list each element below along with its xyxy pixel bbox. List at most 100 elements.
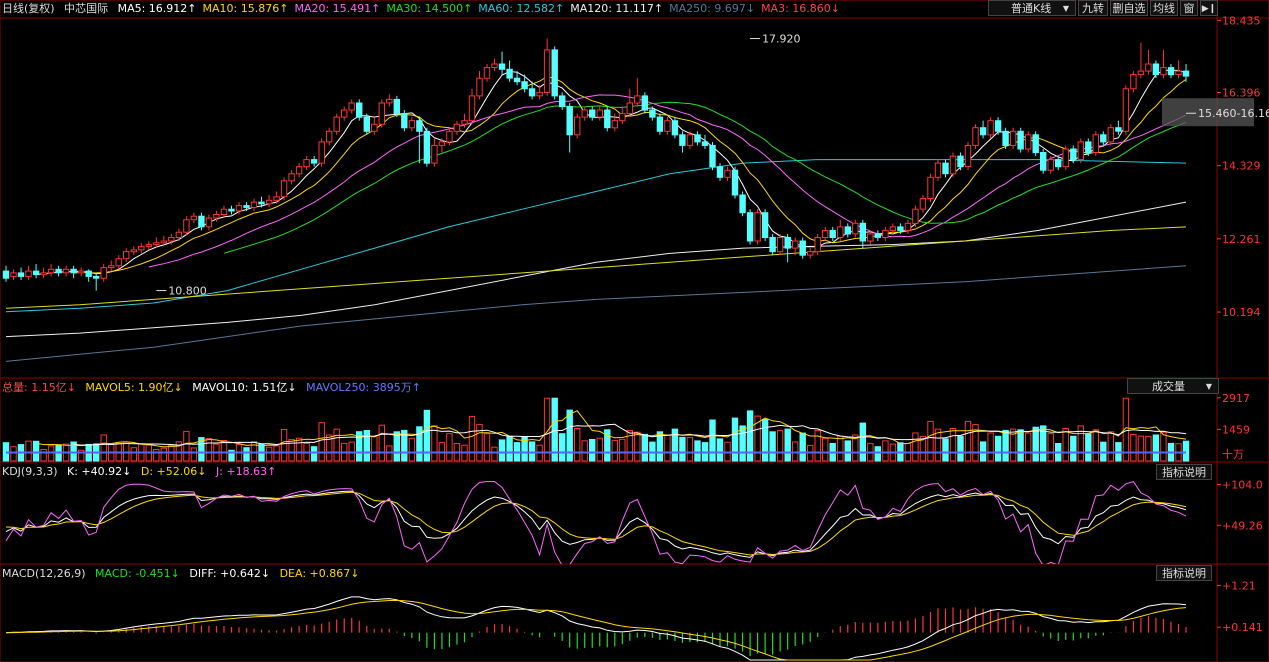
candle-up [1092,134,1099,154]
candle-down [709,144,716,168]
candle-up [153,242,160,246]
candle [476,71,483,100]
candle-up [431,144,438,164]
candle [919,195,927,213]
candle-down [1040,152,1047,171]
candle-up [62,268,70,274]
volume-bar [949,428,957,462]
candle [1055,156,1062,171]
candle [273,191,280,204]
kdj-tick-label: +49.26 [1222,519,1263,532]
volume-bar [1062,428,1069,462]
exit-icon[interactable]: ▶❙ [1200,0,1218,16]
volume-bar [596,437,603,462]
volume-bar [581,440,588,462]
candle-up [491,63,498,68]
candle [25,265,32,280]
ma-line-button[interactable]: 均线 [1150,0,1178,16]
delete-custom-button[interactable]: 删自选 [1110,0,1148,16]
candle-up [611,120,618,129]
price-annotation: 15.460-16.160 [1198,107,1269,120]
candle [333,113,340,135]
candle-up [536,91,543,97]
window-button[interactable]: 窗 [1180,0,1198,16]
candle-down [393,98,401,115]
kdj-j: J: +18.63↑ [215,465,277,478]
kline-type-select[interactable]: 普通K线 ▼ [988,0,1076,16]
candle-down [198,215,205,228]
candle [882,226,889,242]
candle-down [859,222,866,242]
candle [664,117,671,135]
candle-up [378,102,386,125]
candle-down [416,120,423,132]
volume-bar [641,433,648,462]
volume-bar [333,428,340,462]
volume-bar [153,449,160,462]
price-annotation: 10.800 [168,285,207,298]
candle [761,209,769,242]
candle [506,60,513,82]
price-chart[interactable]: 18.435 16.396 14.329 12.261 10.194 17.920 10.8… [0,0,1269,378]
candle-up [220,208,228,215]
kdj-help-button[interactable]: 指标说明 [1156,464,1212,480]
volume-bar [280,429,288,462]
candle-down [85,270,92,277]
candle-up [123,251,130,260]
candle [138,242,145,254]
candle [108,260,115,272]
indicator-select[interactable]: 成交量 ▼ [1127,378,1219,394]
candle [694,131,701,146]
candle [47,264,55,277]
volume-bar [310,446,318,462]
candle [822,226,829,242]
candle-up [235,205,243,212]
candle-down [656,116,664,132]
candle-up [634,95,641,104]
price-panel: 18.435 16.396 14.329 12.261 10.194 17.920 10.8… [0,0,1269,378]
macd-value: MACD: -0.451↓ [95,567,180,580]
candle-up [160,240,168,244]
vol-unit-label: 十万 [1222,447,1244,461]
candle-up [807,251,814,256]
candle-down [93,275,100,279]
candle [912,205,919,227]
total-volume: 总量: 1.15亿↓ [2,381,76,394]
candle-up [476,77,483,97]
dropdown-arrow-icon: ▼ [1062,4,1069,13]
candle [769,233,776,256]
candle-up [1077,141,1084,161]
candle-up [964,144,972,168]
candle-up [1175,70,1182,76]
candle [1137,42,1145,79]
candle-up [1009,130,1017,147]
volume-bar [987,432,994,462]
ma-label: MA60: 12.582↑ [478,2,565,15]
candle-down [2,270,10,279]
candle [175,228,183,242]
ma-label: MA3: 16.860↓ [761,2,840,15]
macd-tick-label: +0.141 [1222,621,1263,634]
macd-help-button[interactable]: 指标说明 [1156,565,1212,581]
volume-bar [927,420,934,462]
candle [859,219,866,249]
candle [228,205,235,215]
candle-up [108,265,115,269]
volume-bar [957,435,964,462]
candle-up [288,173,295,182]
candle [1025,131,1032,153]
candle [431,138,438,167]
nine-turn-button[interactable]: 九转 [1078,0,1108,16]
candle [1160,49,1167,79]
candle-down [423,130,431,164]
candle-down [17,272,25,277]
volume-bar [844,440,851,462]
candle-up [100,267,107,279]
volume-bar [468,416,476,462]
kline-type-label: 普通K线 [1011,2,1052,15]
candle-up [882,229,889,238]
macd-diff: DIFF: +0.642↓ [189,567,271,580]
candle-up [626,102,633,115]
kdj-d: D: +52.06↓ [140,465,207,478]
volume-bar [694,440,701,462]
